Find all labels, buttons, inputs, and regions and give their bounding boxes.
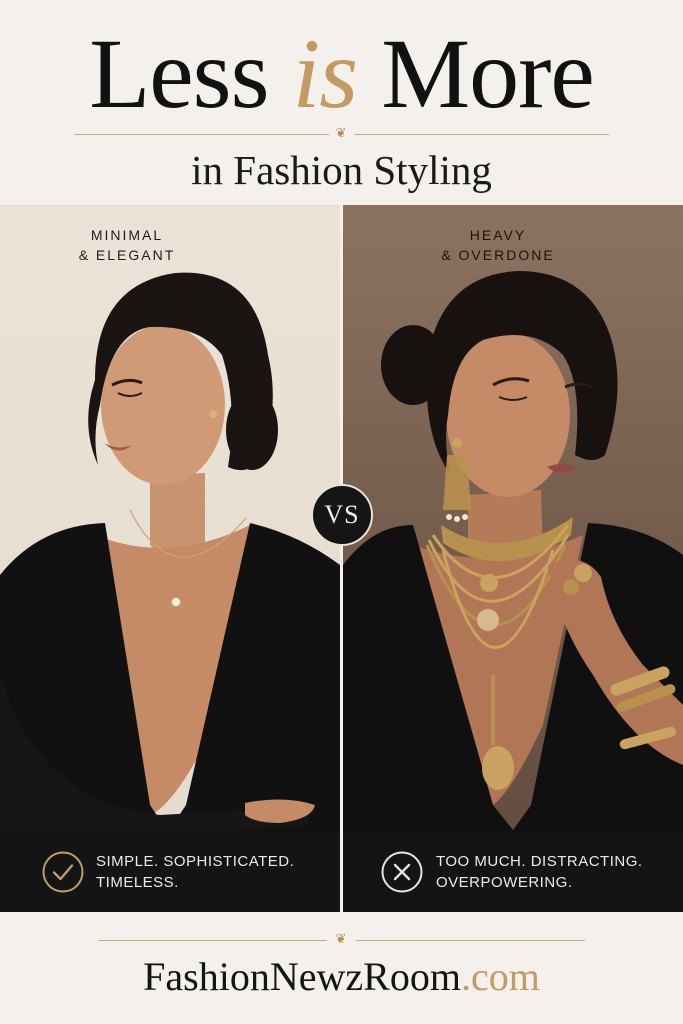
vs-badge: VS — [311, 484, 373, 546]
page-title: Less is More — [0, 18, 683, 130]
footer: ❦ FashionNewzRoom.com — [0, 912, 683, 1024]
footer-divider-left — [98, 940, 327, 941]
overdone-caption-line-2: OVERPOWERING. — [436, 874, 573, 891]
brand-name-main: FashionNewzRoom — [143, 954, 461, 999]
overdone-caption-line-1: TOO MUCH. DISTRACTING. — [436, 853, 643, 870]
title-part-1: Less — [89, 18, 269, 129]
minimal-caption-text: SIMPLE. SOPHISTICATED. TIMELESS. — [96, 851, 336, 893]
minimal-caption-strip: SIMPLE. SOPHISTICATED. TIMELESS. — [0, 832, 340, 912]
header-divider-left — [74, 134, 329, 135]
header: Less is More ❦ in Fashion Styling — [0, 0, 683, 205]
ornament-icon: ❦ — [335, 126, 347, 141]
title-accent-word: is — [292, 18, 359, 129]
minimal-caption-line-1: SIMPLE. SOPHISTICATED. — [96, 853, 295, 870]
footer-ornament-icon: ❦ — [335, 932, 347, 947]
footer-divider-right — [356, 940, 585, 941]
brand-name-tld: .com — [460, 954, 540, 999]
minimal-caption-line-2: TIMELESS. — [96, 874, 179, 891]
x-circle-icon — [381, 851, 423, 893]
title-part-2: More — [381, 18, 595, 129]
overdone-model-illustration — [343, 271, 683, 835]
brand-name: FashionNewzRoom.com — [0, 952, 683, 1002]
header-divider-right — [354, 134, 609, 135]
minimal-panel: MINIMAL & ELEGANT — [0, 205, 340, 912]
overdone-panel: HEAVY & OVERDONE — [343, 205, 683, 912]
minimal-model-illustration — [0, 272, 340, 835]
page-subtitle: in Fashion Styling — [191, 147, 492, 193]
panel-split-line — [340, 205, 343, 912]
overdone-caption-strip: TOO MUCH. DISTRACTING. OVERPOWERING. — [343, 832, 683, 912]
check-circle-icon — [42, 851, 84, 893]
overdone-caption-text: TOO MUCH. DISTRACTING. OVERPOWERING. — [436, 851, 676, 893]
